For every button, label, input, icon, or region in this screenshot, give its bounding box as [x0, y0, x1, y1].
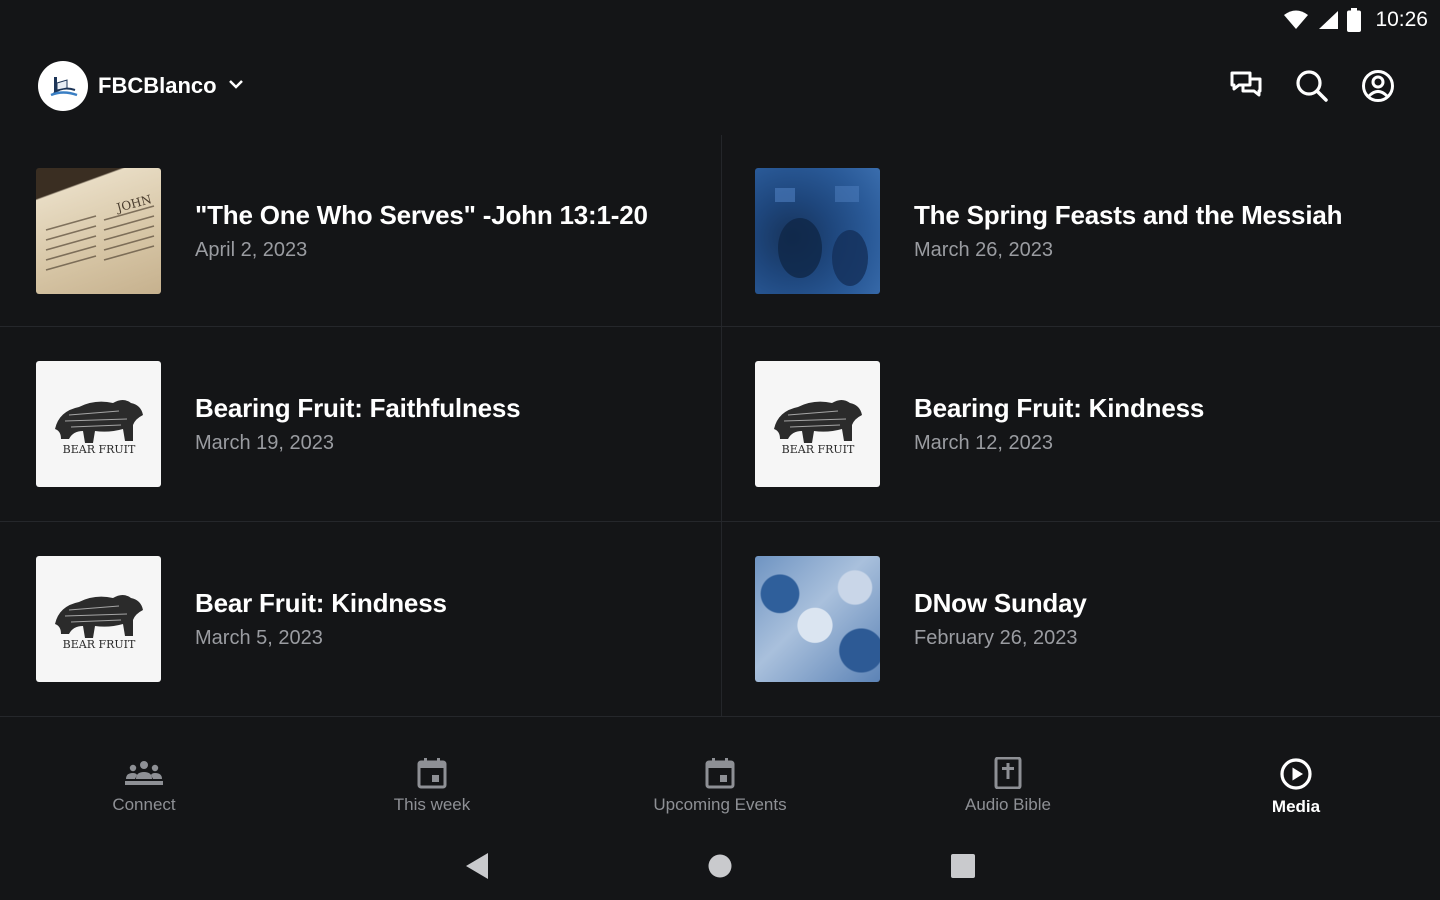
media-item-text: Bearing Fruit: Kindness March 12, 2023: [914, 393, 1204, 455]
wifi-icon: [1283, 10, 1309, 30]
media-item-title: Bear Fruit: Kindness: [195, 588, 447, 618]
media-item-date: March 5, 2023: [195, 627, 323, 649]
nav-label: This week: [393, 795, 471, 814]
media-item-date: March 12, 2023: [914, 432, 1053, 454]
nav-item-upcoming-events[interactable]: Upcoming Events: [576, 745, 864, 830]
media-item-title: Bearing Fruit: Faithfulness: [195, 393, 521, 423]
nav-item-audio-bible[interactable]: Audio Bible: [864, 745, 1152, 830]
nav-label: Audio Bible: [964, 795, 1051, 814]
bible-page-thumbnail: JOHN: [36, 167, 161, 294]
calendar-icon: [416, 757, 448, 789]
svg-text:BEAR FRUIT: BEAR FRUIT: [62, 638, 135, 651]
recents-icon[interactable]: [842, 838, 1085, 894]
nav-label: Upcoming Events: [653, 795, 787, 814]
status-time: 10:26: [1375, 8, 1428, 31]
media-item-title: DNow Sunday: [914, 588, 1087, 618]
cell-signal-icon: [1317, 10, 1339, 30]
media-item-date: February 26, 2023: [914, 627, 1078, 649]
nav-item-connect[interactable]: Connect: [0, 745, 288, 830]
svg-text:BEAR FRUIT: BEAR FRUIT: [781, 443, 854, 456]
nav-item-this-week[interactable]: This week: [288, 745, 576, 830]
media-item-date: April 2, 2023: [195, 238, 308, 261]
media-item[interactable]: BEAR FRUIT Bearing Fruit: Faithfulness M…: [0, 327, 721, 522]
calendar-event-icon: [704, 757, 736, 789]
people-icon: [124, 757, 164, 789]
chat-icon[interactable]: [1228, 68, 1264, 104]
church-logo: [38, 61, 88, 111]
org-name: FBCBlanco: [98, 73, 217, 98]
back-icon[interactable]: [356, 838, 599, 894]
media-item-text: "The One Who Serves" -John 13:1-20 April…: [195, 200, 648, 262]
nav-label: Connect: [112, 795, 176, 814]
system-nav: [0, 838, 1440, 894]
header-actions: [1228, 68, 1396, 104]
media-item-text: Bear Fruit: Kindness March 5, 2023: [195, 588, 447, 650]
media-item[interactable]: JOHN "The One Who Serves" -John 13:1-20 …: [0, 135, 721, 327]
youth-crowd-thumbnail: [755, 556, 880, 682]
media-item-text: The Spring Feasts and the Messiah March …: [914, 200, 1342, 262]
media-item-date: March 19, 2023: [195, 432, 334, 454]
app-header: FBCBlanco: [0, 56, 1440, 116]
play-circle-icon: [1279, 757, 1313, 791]
bottom-nav: Connect This week Upcoming Events Audio …: [0, 745, 1440, 830]
bible-icon: [992, 757, 1024, 789]
bear-fruit-thumbnail: BEAR FRUIT: [36, 556, 161, 682]
battery-icon: [1347, 8, 1362, 32]
media-item-text: DNow Sunday February 26, 2023: [914, 588, 1087, 650]
media-item-title: "The One Who Serves" -John 13:1-20: [195, 199, 648, 230]
media-list: JOHN "The One Who Serves" -John 13:1-20 …: [0, 135, 1440, 717]
media-item[interactable]: BEAR FRUIT Bearing Fruit: Kindness March…: [721, 327, 1440, 522]
org-switcher[interactable]: FBCBlanco: [38, 61, 245, 111]
nav-label: Media: [1271, 797, 1321, 816]
chevron-down-icon: [227, 75, 245, 98]
status-bar: 10:26: [0, 0, 1440, 40]
app-screen: 10:26 FBCBlanco JOHN "The One Who Serves…: [0, 0, 1440, 900]
media-item-date: March 26, 2023: [914, 238, 1053, 261]
media-item-title: Bearing Fruit: Kindness: [914, 393, 1205, 423]
media-item-text: Bearing Fruit: Faithfulness March 19, 20…: [195, 393, 521, 455]
svg-text:BEAR FRUIT: BEAR FRUIT: [62, 443, 135, 456]
nav-item-media[interactable]: Media: [1152, 745, 1440, 830]
bear-fruit-thumbnail: BEAR FRUIT: [755, 361, 880, 487]
church-service-thumbnail: [755, 167, 880, 294]
media-item-title: The Spring Feasts and the Messiah: [914, 199, 1343, 230]
media-item[interactable]: The Spring Feasts and the Messiah March …: [721, 135, 1440, 327]
bear-fruit-thumbnail: BEAR FRUIT: [36, 361, 161, 487]
search-icon[interactable]: [1294, 68, 1330, 104]
media-item[interactable]: BEAR FRUIT Bear Fruit: Kindness March 5,…: [0, 522, 721, 717]
account-icon[interactable]: [1360, 68, 1396, 104]
home-icon[interactable]: [599, 838, 842, 894]
media-item[interactable]: DNow Sunday February 26, 2023: [721, 522, 1440, 717]
